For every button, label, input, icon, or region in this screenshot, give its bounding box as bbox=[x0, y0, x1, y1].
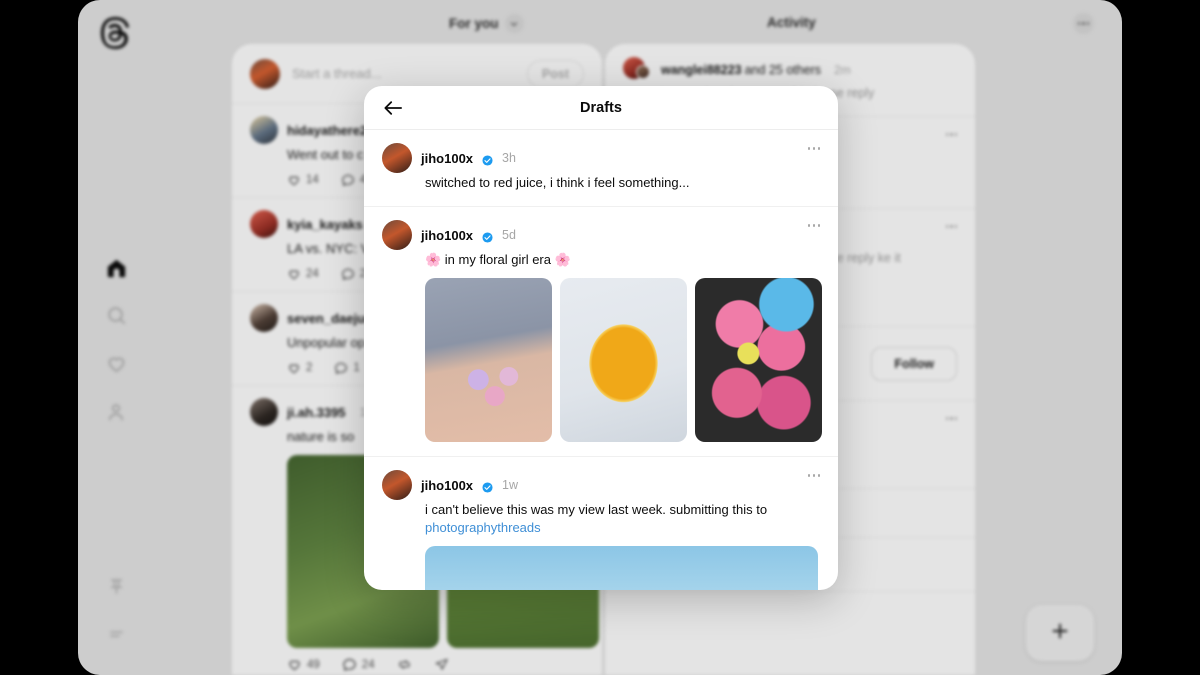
like-count: 49 bbox=[307, 659, 320, 671]
sidebar-item-home[interactable] bbox=[93, 247, 139, 293]
ellipsis-icon[interactable] bbox=[808, 224, 821, 227]
repost-action[interactable] bbox=[397, 657, 412, 672]
pin-icon bbox=[107, 577, 126, 601]
verified-badge-icon bbox=[482, 153, 493, 164]
activity-username[interactable]: wanglei88223 bbox=[661, 63, 742, 77]
top-bar: For you Activity bbox=[154, 0, 1122, 48]
like-action[interactable]: 24 bbox=[287, 267, 319, 281]
plus-icon bbox=[1049, 620, 1071, 647]
threads-logo[interactable] bbox=[99, 16, 133, 50]
drafts-modal: Drafts jiho100x 3h switched to red juice… bbox=[364, 86, 838, 590]
drafts-list: jiho100x 3h switched to red juice, i thi… bbox=[364, 130, 838, 590]
post-button[interactable]: Post bbox=[527, 60, 584, 88]
ellipsis-icon[interactable] bbox=[946, 133, 958, 136]
draft-media bbox=[425, 546, 820, 590]
menu-icon bbox=[107, 625, 126, 649]
draft-photo[interactable] bbox=[425, 546, 818, 590]
like-count: 14 bbox=[306, 174, 319, 186]
draft-username[interactable]: jiho100x bbox=[421, 478, 473, 493]
ellipsis-icon[interactable] bbox=[946, 225, 958, 228]
search-icon bbox=[105, 304, 128, 332]
draft-photo[interactable] bbox=[695, 278, 822, 442]
draft-timestamp: 3h bbox=[502, 151, 516, 165]
draft-item[interactable]: jiho100x 1w i can't believe this was my … bbox=[364, 457, 838, 590]
ellipsis-icon[interactable] bbox=[808, 474, 821, 477]
draft-media bbox=[425, 278, 820, 442]
reply-action[interactable]: 24 bbox=[342, 657, 375, 672]
avatar[interactable] bbox=[382, 143, 412, 173]
avatar[interactable] bbox=[250, 398, 278, 426]
draft-username[interactable]: jiho100x bbox=[421, 151, 473, 166]
app-window: For you Activity Start a thread... Post bbox=[78, 0, 1122, 675]
draft-username[interactable]: jiho100x bbox=[421, 228, 473, 243]
share-action[interactable] bbox=[434, 657, 449, 672]
draft-text: i can't believe this was my view last we… bbox=[425, 501, 820, 537]
sidebar-item-search[interactable] bbox=[93, 295, 139, 341]
activity-suffix: and 25 others bbox=[745, 63, 821, 77]
follow-button[interactable]: Follow bbox=[871, 347, 957, 381]
draft-photo[interactable] bbox=[425, 278, 552, 442]
reply-action[interactable]: 1 bbox=[334, 361, 359, 375]
verified-badge-icon bbox=[482, 230, 493, 241]
draft-timestamp: 1w bbox=[502, 478, 518, 492]
ellipsis-icon[interactable] bbox=[808, 147, 821, 150]
chevron-down-icon[interactable] bbox=[505, 14, 524, 33]
post-username[interactable]: ji.ah.3395 bbox=[287, 405, 346, 420]
drafts-header: Drafts bbox=[364, 86, 838, 130]
feed-selector-label: For you bbox=[449, 16, 499, 31]
reply-count: 24 bbox=[362, 659, 375, 671]
avatar[interactable] bbox=[382, 470, 412, 500]
avatar[interactable] bbox=[250, 116, 278, 144]
post-username[interactable]: hidayathere2 bbox=[287, 123, 367, 138]
draft-text: switched to red juice, i think i feel so… bbox=[425, 174, 820, 192]
ellipsis-icon[interactable] bbox=[946, 417, 958, 420]
heart-icon bbox=[105, 352, 128, 380]
sidebar-item-activity[interactable] bbox=[93, 343, 139, 389]
post-username[interactable]: seven_daejun bbox=[287, 311, 373, 326]
feed-selector[interactable]: For you bbox=[449, 14, 524, 33]
draft-tag-link[interactable]: photographythreads bbox=[425, 520, 541, 535]
avatar[interactable] bbox=[250, 304, 278, 332]
post-username[interactable]: kyia_kayaks bbox=[287, 217, 363, 232]
drafts-title: Drafts bbox=[364, 100, 838, 116]
activity-timestamp: 2m bbox=[834, 63, 851, 77]
verified-badge-icon bbox=[482, 480, 493, 491]
like-count: 24 bbox=[306, 268, 319, 280]
compose-button[interactable] bbox=[1026, 605, 1094, 661]
reply-action[interactable]: 4 bbox=[341, 173, 366, 187]
back-arrow-icon[interactable] bbox=[380, 96, 406, 120]
avatar[interactable] bbox=[250, 59, 280, 89]
draft-photo[interactable] bbox=[560, 278, 687, 442]
sidebar-item-menu[interactable] bbox=[93, 614, 139, 660]
sidebar-item-profile[interactable] bbox=[93, 391, 139, 437]
activity-column-title: Activity bbox=[767, 15, 816, 30]
reply-count: 1 bbox=[353, 362, 359, 374]
home-icon bbox=[105, 256, 128, 284]
draft-item[interactable]: jiho100x 5d 🌸 in my floral girl era 🌸 bbox=[364, 207, 838, 457]
composer-placeholder[interactable]: Start a thread... bbox=[292, 66, 515, 81]
sidebar bbox=[78, 0, 154, 675]
draft-text-body: i can't believe this was my view last we… bbox=[425, 502, 767, 517]
like-action[interactable]: 2 bbox=[287, 361, 312, 375]
draft-timestamp: 5d bbox=[502, 228, 516, 242]
draft-item[interactable]: jiho100x 3h switched to red juice, i thi… bbox=[364, 130, 838, 207]
draft-text: 🌸 in my floral girl era 🌸 bbox=[425, 251, 820, 269]
like-count: 2 bbox=[306, 362, 312, 374]
like-action[interactable]: 49 bbox=[287, 657, 320, 672]
person-icon bbox=[105, 401, 127, 428]
avatar[interactable] bbox=[382, 220, 412, 250]
reply-action[interactable]: 2 bbox=[341, 267, 366, 281]
avatar[interactable] bbox=[623, 57, 653, 83]
like-action[interactable]: 14 bbox=[287, 173, 319, 187]
avatar[interactable] bbox=[250, 210, 278, 238]
post-actions: 49 24 bbox=[287, 657, 584, 672]
ellipsis-icon[interactable] bbox=[1073, 13, 1094, 34]
sidebar-item-pinned[interactable] bbox=[93, 566, 139, 612]
